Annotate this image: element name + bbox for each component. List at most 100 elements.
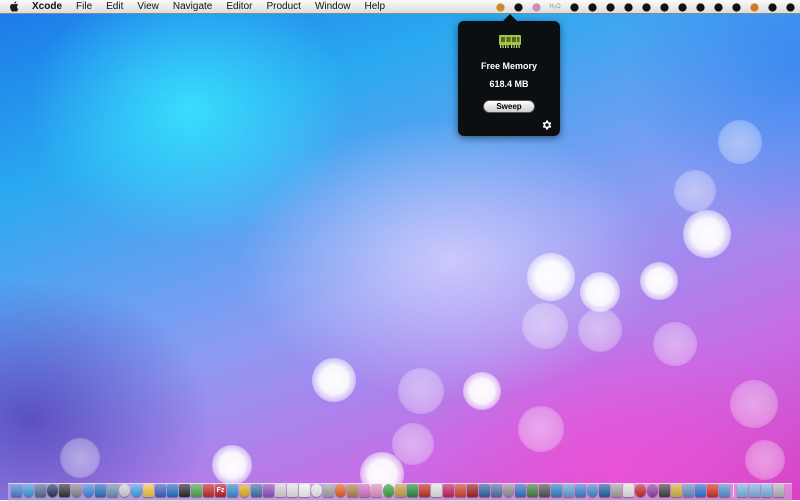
network-app-icon[interactable]	[515, 484, 526, 497]
wifi-icon[interactable]	[730, 2, 742, 13]
blue-app-icon[interactable]	[695, 484, 706, 497]
lotus-app-icon[interactable]	[443, 484, 454, 497]
flower-app-icon[interactable]	[359, 484, 370, 497]
figure-app-icon[interactable]	[491, 484, 502, 497]
pause-app-icon[interactable]	[623, 484, 634, 497]
sync-app-icon[interactable]	[587, 484, 598, 497]
broom-sweep-icon[interactable]	[494, 2, 506, 13]
apple-logo-icon	[10, 1, 19, 12]
system-preferences-icon[interactable]	[71, 484, 82, 497]
clock-icon[interactable]	[119, 484, 130, 497]
archive-app-icon[interactable]	[683, 484, 694, 497]
pencil-app-icon[interactable]	[155, 484, 166, 497]
textedit-icon[interactable]	[299, 484, 310, 497]
trash-icon[interactable]	[773, 484, 784, 497]
sparkle-app-icon[interactable]	[371, 484, 382, 497]
purple-circle-app-icon[interactable]	[647, 484, 658, 497]
calendar-app-icon[interactable]	[203, 484, 214, 497]
utility-app-icon[interactable]	[191, 484, 202, 497]
weibo-app-icon[interactable]	[707, 484, 718, 497]
red-app-icon[interactable]	[419, 484, 430, 497]
menu-window[interactable]: Window	[308, 0, 358, 14]
pen-icon[interactable]	[748, 2, 760, 13]
free-memory-title: Free Memory	[480, 61, 538, 71]
sweep-button[interactable]: Sweep	[483, 100, 535, 113]
purple-app-icon[interactable]	[263, 484, 274, 497]
popover-arrow	[503, 14, 517, 21]
apple-menu[interactable]	[0, 1, 28, 12]
bokeh-light	[398, 368, 444, 414]
red-disc-icon[interactable]	[635, 484, 646, 497]
menu-product[interactable]: Product	[259, 0, 307, 14]
xcode-icon[interactable]	[95, 484, 106, 497]
itunes-icon[interactable]	[83, 484, 94, 497]
monitor-app-icon[interactable]	[659, 484, 670, 497]
skull-app-icon[interactable]	[311, 484, 322, 497]
firefox-icon[interactable]	[335, 484, 346, 497]
menu-edit[interactable]: Edit	[99, 0, 130, 14]
cloud-app-icon[interactable]	[575, 484, 586, 497]
bokeh-light	[60, 438, 100, 478]
document-icon[interactable]	[431, 484, 442, 497]
menu-editor[interactable]: Editor	[219, 0, 259, 14]
webcam-icon[interactable]	[503, 484, 514, 497]
menu-file[interactable]: File	[69, 0, 99, 14]
menu-view[interactable]: View	[130, 0, 166, 14]
h2o-icon[interactable]: H₂O	[548, 2, 562, 13]
image-app-icon[interactable]	[227, 484, 238, 497]
flower-icon[interactable]	[530, 2, 542, 13]
mp3-app-icon[interactable]	[287, 484, 298, 497]
finder-icon[interactable]	[11, 484, 22, 497]
photo-app-icon[interactable]	[251, 484, 262, 497]
bluetooth-icon[interactable]	[676, 2, 688, 13]
hub-app-icon[interactable]	[539, 484, 550, 497]
notes-icon[interactable]	[143, 484, 154, 497]
user-circle-icon[interactable]	[766, 2, 778, 13]
menu-xcode[interactable]: Xcode	[28, 0, 69, 14]
preview-icon[interactable]	[275, 484, 286, 497]
pen-app-icon[interactable]	[167, 484, 178, 497]
menu-navigate[interactable]: Navigate	[166, 0, 219, 14]
binoculars-icon[interactable]	[712, 2, 724, 13]
battery-icon[interactable]	[694, 2, 706, 13]
paint-app-icon[interactable]	[455, 484, 466, 497]
safari-icon[interactable]	[23, 484, 34, 497]
google-chrome-icon[interactable]	[383, 484, 394, 497]
folder-icon[interactable]	[737, 484, 748, 497]
wireless-broadcast-icon[interactable]	[568, 2, 580, 13]
hand-icon[interactable]	[622, 2, 634, 13]
tape-app-icon[interactable]	[671, 484, 682, 497]
spotlight-search-icon[interactable]	[784, 2, 796, 13]
downloads-folder-icon[interactable]	[761, 484, 772, 497]
shield-app-icon[interactable]	[599, 484, 610, 497]
filezilla-icon[interactable]: Fz	[215, 484, 226, 497]
eject-circle-icon[interactable]	[658, 2, 670, 13]
chrome-icon[interactable]	[239, 484, 250, 497]
box-icon[interactable]	[586, 2, 598, 13]
menu-help[interactable]: Help	[358, 0, 393, 14]
gear-icon[interactable]	[541, 119, 553, 131]
bokeh-light	[580, 272, 620, 312]
chat-app-icon[interactable]	[407, 484, 418, 497]
cloud-icon[interactable]	[512, 2, 524, 13]
stack-app-icon[interactable]	[479, 484, 490, 497]
terminal-icon[interactable]	[179, 484, 190, 497]
launchpad-icon[interactable]	[47, 484, 58, 497]
coda-icon[interactable]	[395, 484, 406, 497]
dropbox-icon[interactable]	[604, 2, 616, 13]
bokeh-light	[463, 372, 501, 410]
camera-app-icon[interactable]	[323, 484, 334, 497]
ios-simulator-icon[interactable]	[59, 484, 70, 497]
snowflake-app-icon[interactable]	[563, 484, 574, 497]
puzzle-app-icon[interactable]	[611, 484, 622, 497]
applications-folder-icon[interactable]	[749, 484, 760, 497]
vpn-app-icon[interactable]	[551, 484, 562, 497]
ichat-icon[interactable]	[131, 484, 142, 497]
face-icon[interactable]	[640, 2, 652, 13]
rocket-icon[interactable]	[35, 484, 46, 497]
dictionary-icon[interactable]	[347, 484, 358, 497]
photo-booth-icon[interactable]	[467, 484, 478, 497]
book-app-icon[interactable]	[527, 484, 538, 497]
code-app-icon[interactable]	[719, 484, 730, 497]
mail-icon[interactable]	[107, 484, 118, 497]
